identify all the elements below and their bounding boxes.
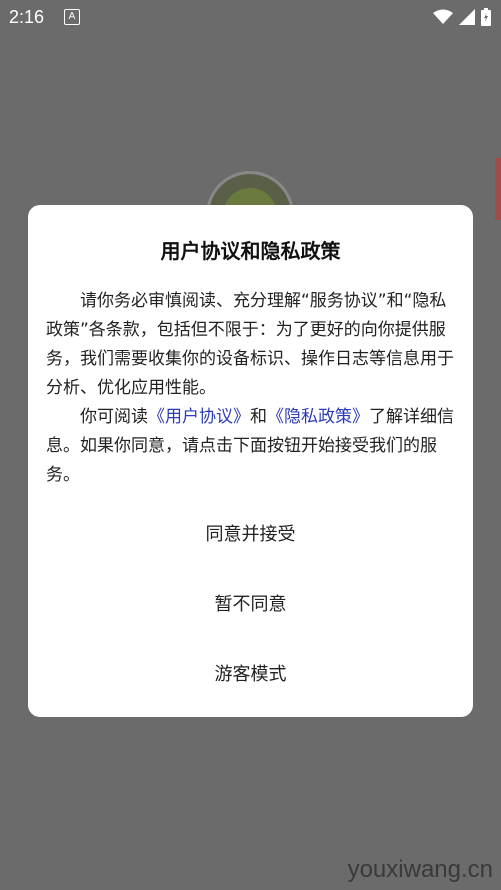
status-time: 2:16 bbox=[9, 7, 45, 27]
notification-icon: A bbox=[64, 9, 80, 25]
guest-mode-button[interactable]: 游客模式 bbox=[28, 655, 473, 695]
status-bar: 2:16 A bbox=[0, 0, 501, 34]
dialog-paragraph-2: 你可阅读《用户协议》和《隐私政策》了解详细信息。如果你同意，请点击下面按钮开始接… bbox=[46, 403, 456, 490]
dialog-body: 请你务必审慎阅读、充分理解“服务协议”和“隐私政策”各条款，包括但不限于：为了更… bbox=[46, 287, 456, 490]
paragraph2-prefix: 你可阅读 bbox=[80, 407, 148, 427]
background-red-edge bbox=[495, 158, 501, 220]
user-agreement-link[interactable]: 《用户协议》 bbox=[148, 407, 250, 427]
dialog-paragraph-1: 请你务必审慎阅读、充分理解“服务协议”和“隐私政策”各条款，包括但不限于：为了更… bbox=[46, 291, 454, 398]
privacy-dialog: 用户协议和隐私政策 请你务必审慎阅读、充分理解“服务协议”和“隐私政策”各条款，… bbox=[28, 205, 473, 717]
paragraph2-and: 和 bbox=[250, 407, 267, 427]
wifi-icon bbox=[433, 9, 453, 24]
battery-icon bbox=[481, 8, 491, 26]
signal-icon bbox=[459, 9, 475, 25]
disagree-button[interactable]: 暂不同意 bbox=[28, 585, 473, 625]
watermark: youxiwang.cn bbox=[347, 856, 493, 883]
status-icons bbox=[433, 8, 491, 26]
dialog-title: 用户协议和隐私政策 bbox=[160, 239, 341, 263]
agree-button[interactable]: 同意并接受 bbox=[28, 515, 473, 555]
privacy-policy-link[interactable]: 《隐私政策》 bbox=[267, 407, 369, 427]
